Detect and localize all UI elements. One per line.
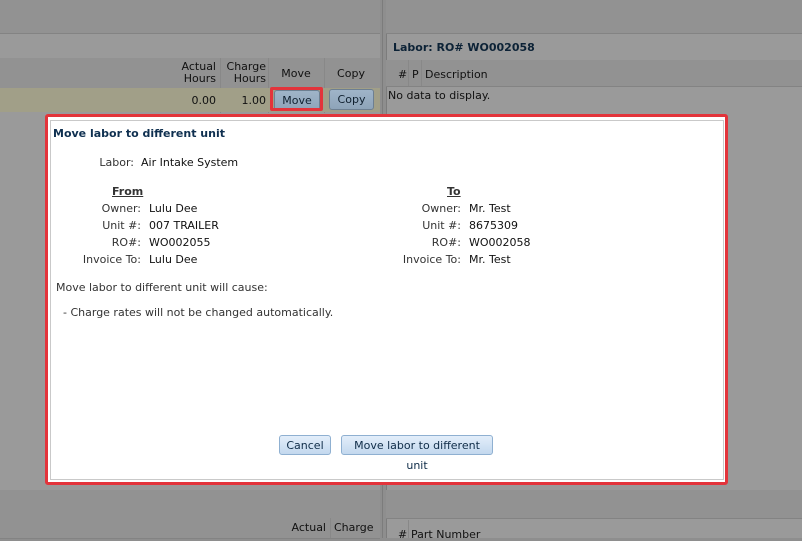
to-ro-value: WO002058 bbox=[469, 236, 531, 249]
cancel-button[interactable]: Cancel bbox=[279, 435, 331, 455]
dialog-title: Move labor to different unit bbox=[53, 127, 225, 140]
charge-hours-cell: 1.00 bbox=[241, 94, 267, 107]
parts-col-actual[interactable]: Actual bbox=[280, 522, 326, 534]
move-labor-dialog bbox=[50, 120, 724, 480]
from-ro-value: WO002055 bbox=[149, 236, 211, 249]
from-invoice-value: Lulu Dee bbox=[149, 253, 198, 266]
to-ro-label: RO#: bbox=[431, 236, 461, 249]
actual-hours-cell: 0.00 bbox=[191, 94, 217, 107]
labor-label: Labor: bbox=[99, 156, 134, 169]
consequence-item: - Charge rates will not be changed autom… bbox=[63, 306, 334, 319]
from-heading: From bbox=[112, 185, 144, 198]
bottom-strip-right bbox=[386, 490, 802, 519]
top-strip bbox=[0, 0, 380, 34]
to-owner-label: Owner: bbox=[421, 202, 461, 215]
top-strip-right bbox=[386, 0, 802, 34]
move-labor-button[interactable]: Move labor to different unit bbox=[341, 435, 493, 472]
col-p[interactable]: P bbox=[412, 68, 419, 81]
to-invoice-value: Mr. Test bbox=[469, 253, 511, 266]
col-charge-hours[interactable]: Charge Hours bbox=[222, 61, 266, 85]
to-heading: To bbox=[447, 185, 461, 198]
copy-button[interactable]: Copy bbox=[329, 89, 374, 110]
parts-col-number[interactable]: # bbox=[398, 528, 407, 541]
parts-col-charge[interactable]: Charge bbox=[334, 522, 376, 534]
from-unit-value: 007 TRAILER bbox=[149, 219, 219, 232]
from-invoice-label: Invoice To: bbox=[82, 253, 141, 266]
from-owner-value: Lulu Dee bbox=[149, 202, 198, 215]
to-unit-label: Unit #: bbox=[422, 219, 461, 232]
to-owner-value: Mr. Test bbox=[469, 202, 511, 215]
from-owner-label: Owner: bbox=[101, 202, 141, 215]
col-move[interactable]: Move bbox=[270, 68, 322, 80]
to-invoice-label: Invoice To: bbox=[402, 253, 461, 266]
empty-grid-text: No data to display. bbox=[388, 89, 491, 102]
col-description[interactable]: Description bbox=[425, 68, 488, 81]
from-unit-label: Unit #: bbox=[102, 219, 141, 232]
consequence-intro: Move labor to different unit will cause: bbox=[56, 281, 268, 294]
move-button-highlight bbox=[270, 87, 323, 111]
col-copy[interactable]: Copy bbox=[326, 68, 376, 80]
from-ro-label: RO#: bbox=[111, 236, 141, 249]
bottom-strip-left bbox=[0, 490, 380, 519]
col-actual-hours[interactable]: Actual Hours bbox=[170, 61, 216, 85]
parts-col-part-number[interactable]: Part Number bbox=[411, 528, 480, 541]
right-panel-title: Labor: RO# WO002058 bbox=[393, 41, 535, 54]
to-unit-value: 8675309 bbox=[469, 219, 518, 232]
col-number[interactable]: # bbox=[398, 68, 407, 81]
labor-value: Air Intake System bbox=[141, 156, 239, 169]
